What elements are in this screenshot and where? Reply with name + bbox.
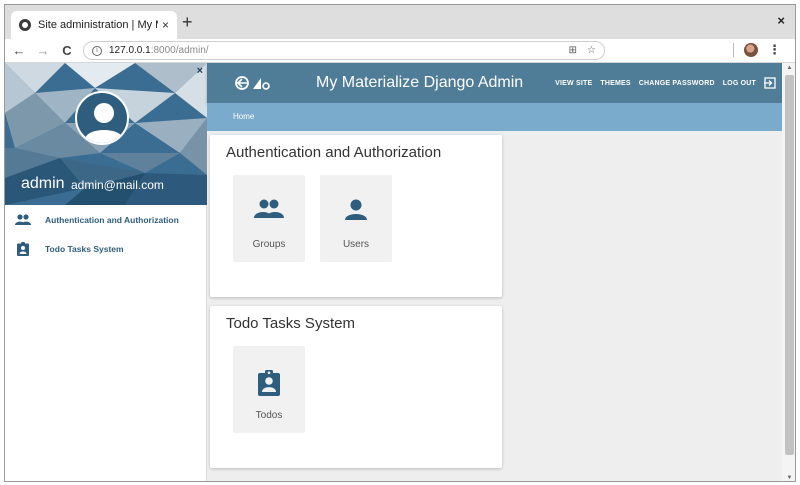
browser-window: Site administration | My M × + × ← → C i… — [4, 4, 796, 482]
top-nav-links: VIEW SITE THEMES CHANGE PASSWORD LOG OUT — [555, 77, 776, 89]
sidenav-item-label: Authentication and Authorization — [45, 214, 179, 225]
breadcrumb: Home — [207, 103, 782, 131]
tab-title: Site administration | My M — [38, 19, 158, 31]
bookmark-star-icon[interactable]: ☆ — [587, 45, 596, 56]
browser-toolbar: ← → C i 127.0.0.1 :8000/admin/ ⊞ ☆ ⋮ — [5, 39, 795, 63]
info-icon[interactable]: i — [92, 45, 102, 56]
app-card-todo: Todo Tasks System Todos — [210, 306, 502, 468]
scroll-thumb[interactable] — [785, 75, 794, 455]
model-label: Users — [342, 239, 370, 250]
sidenav-item-auth[interactable]: Authentication and Authorization — [5, 205, 206, 234]
themes-link[interactable]: THEMES — [600, 80, 630, 87]
tab-bar: Site administration | My M × + × — [5, 5, 795, 39]
profile-avatar[interactable] — [744, 43, 758, 57]
forward-button[interactable]: → — [33, 43, 53, 58]
theme-logo-icon — [235, 76, 270, 90]
browser-menu-icon[interactable]: ⋮ — [768, 42, 781, 58]
model-tile-groups[interactable]: Groups — [233, 175, 305, 262]
view-site-link[interactable]: VIEW SITE — [555, 80, 592, 87]
app-title[interactable]: Todo Tasks System — [226, 315, 355, 332]
person-icon — [320, 199, 392, 223]
address-bar[interactable]: i 127.0.0.1 :8000/admin/ ⊞ ☆ — [83, 41, 605, 60]
url-host: 127.0.0.1 — [109, 45, 151, 56]
main-content: My Materialize Django Admin VIEW SITE TH… — [207, 63, 782, 481]
window-close-button[interactable]: × — [777, 13, 785, 28]
app-title[interactable]: Authentication and Authorization — [226, 144, 441, 161]
site-title[interactable]: My Materialize Django Admin — [316, 74, 523, 92]
model-label: Todos — [255, 410, 283, 421]
brand-logo[interactable] — [233, 75, 271, 91]
breadcrumb-home[interactable]: Home — [233, 112, 254, 121]
sidenav-list: Authentication and Authorization Todo Ta… — [5, 205, 206, 263]
group-icon — [233, 199, 305, 223]
browser-tab[interactable]: Site administration | My M × — [11, 11, 177, 39]
toolbar-divider — [733, 43, 734, 57]
model-tile-users[interactable]: Users — [320, 175, 392, 262]
user-view: × admin admin@mail.com — [5, 63, 207, 205]
scroll-down-arrow[interactable]: ▼ — [782, 473, 795, 481]
model-label: Groups — [252, 239, 286, 250]
sidenav-close-button[interactable]: × — [197, 65, 203, 77]
sidenav-item-todo[interactable]: Todo Tasks System — [5, 234, 206, 263]
assignment-ind-icon — [233, 370, 305, 396]
user-name: admin — [21, 175, 65, 192]
back-button[interactable]: ← — [9, 43, 29, 58]
new-tab-button[interactable]: + — [182, 13, 193, 31]
logout-icon[interactable] — [764, 77, 776, 89]
translate-icon[interactable]: ⊞ — [569, 45, 577, 56]
user-email: admin@mail.com — [71, 178, 164, 192]
user-avatar[interactable] — [75, 91, 129, 145]
page-scrollbar[interactable]: ▲ ▼ — [782, 63, 795, 481]
group-icon — [15, 213, 31, 227]
admin-page: × admin admin@mail.com Authentication an… — [5, 63, 795, 481]
sidenav-item-label: Todo Tasks System — [45, 243, 124, 254]
reload-button[interactable]: C — [57, 43, 77, 58]
tab-close-button[interactable]: × — [162, 18, 169, 32]
scroll-up-arrow[interactable]: ▲ — [782, 63, 795, 73]
assignment-ind-icon — [15, 241, 31, 256]
change-password-link[interactable]: CHANGE PASSWORD — [639, 80, 715, 87]
url-path: :8000/admin/ — [150, 45, 209, 56]
top-navbar: My Materialize Django Admin VIEW SITE TH… — [207, 63, 782, 103]
model-tile-todos[interactable]: Todos — [233, 346, 305, 433]
log-out-link[interactable]: LOG OUT — [723, 80, 756, 87]
app-card-auth: Authentication and Authorization Groups — [210, 135, 502, 297]
side-nav: × admin admin@mail.com Authentication an… — [5, 63, 207, 481]
favicon-icon — [19, 19, 31, 31]
